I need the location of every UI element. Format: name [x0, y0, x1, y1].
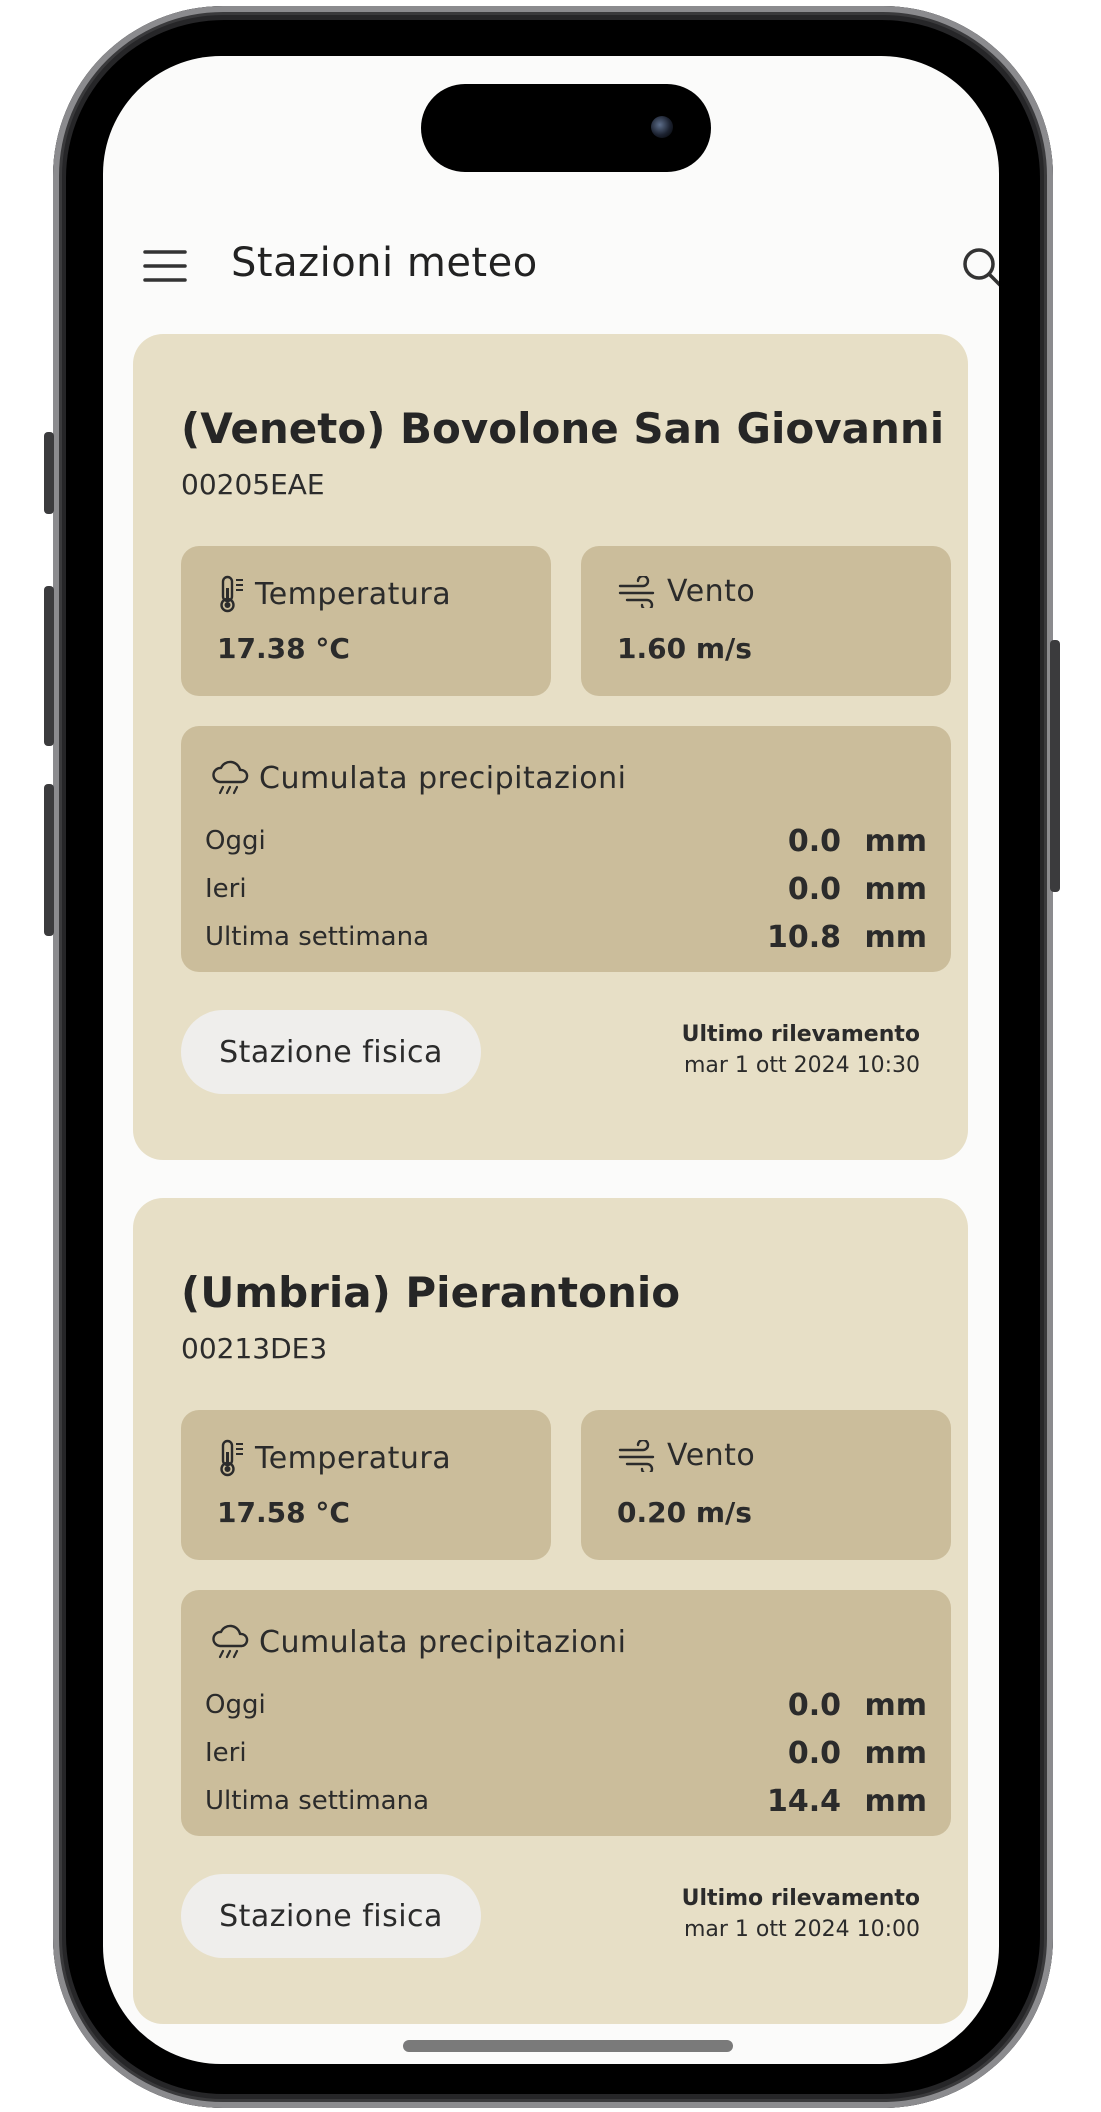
row-unit: mm: [864, 1688, 927, 1723]
precipitation-row-yesterday: Ieri 0.0 mm: [205, 1734, 927, 1774]
temperature-tile: Temperatura 17.38 °C: [181, 546, 551, 696]
row-value: 14.4: [766, 1784, 841, 1819]
precipitation-tile: Cumulata precipitazioni Oggi 0.0 mm Ieri…: [181, 1590, 951, 1836]
station-title: (Umbria) Pierantonio: [181, 1268, 681, 1317]
row-label: Oggi: [205, 826, 266, 856]
wind-tile: Vento 0.20 m/s: [581, 1410, 951, 1560]
station-type-button[interactable]: Stazione fisica: [181, 1010, 481, 1094]
station-title: (Veneto) Bovolone San Giovanni: [181, 404, 945, 453]
station-card[interactable]: (Umbria) Pierantonio 00213DE3 Temperatur…: [133, 1198, 968, 2024]
row-label: Ieri: [205, 874, 247, 904]
temperature-tile: Temperatura 17.58 °C: [181, 1410, 551, 1560]
last-reading-label: Ultimo rilevamento: [681, 1022, 920, 1047]
last-reading: Ultimo rilevamento mar 1 ott 2024 10:00: [682, 1886, 920, 1942]
dynamic-island: [421, 84, 711, 172]
wind-label: Vento: [667, 574, 756, 609]
last-reading-label: Ultimo rilevamento: [681, 1886, 920, 1911]
wind-tile: Vento 1.60 m/s: [581, 546, 951, 696]
page-title: Stazioni meteo: [231, 240, 538, 286]
wind-value: 1.60 m/s: [617, 632, 752, 665]
temperature-label: Temperatura: [255, 576, 452, 612]
temperature-label: Temperatura: [255, 1440, 452, 1476]
search-icon[interactable]: [959, 244, 999, 292]
row-value: 10.8: [766, 920, 841, 955]
row-label: Ieri: [205, 1738, 247, 1768]
row-unit: mm: [864, 920, 927, 955]
precipitation-row-last-week: Ultima settimana 14.4 mm: [205, 1782, 927, 1822]
precipitation-row-today: Oggi 0.0 mm: [205, 822, 927, 862]
station-code: 00213DE3: [181, 1332, 328, 1365]
rain-cloud-icon: [212, 1624, 249, 1659]
precipitation-row-yesterday: Ieri 0.0 mm: [205, 870, 927, 910]
wind-value: 0.20 m/s: [617, 1496, 752, 1529]
precipitation-label: Cumulata precipitazioni: [259, 1624, 627, 1660]
temperature-value: 17.58 °C: [217, 1496, 350, 1529]
home-indicator[interactable]: [403, 2040, 733, 2052]
row-label: Ultima settimana: [205, 922, 430, 952]
hamburger-menu-icon[interactable]: [141, 246, 189, 286]
volume-up-button: [44, 586, 54, 746]
volume-down-button: [44, 784, 54, 936]
precipitation-row-last-week: Ultima settimana 10.8 mm: [205, 918, 927, 958]
thermometer-icon: [220, 575, 243, 613]
row-unit: mm: [864, 1784, 927, 1819]
row-value: 0.0: [787, 1736, 841, 1771]
silent-switch: [44, 432, 54, 514]
precipitation-label: Cumulata precipitazioni: [259, 760, 627, 796]
row-value: 0.0: [787, 872, 841, 907]
temperature-value: 17.38 °C: [217, 632, 350, 665]
row-unit: mm: [864, 824, 927, 859]
front-camera: [651, 116, 673, 138]
wind-icon: [618, 1439, 655, 1472]
row-value: 0.0: [787, 1688, 841, 1723]
app-header: Stazioni meteo: [103, 226, 999, 306]
precipitation-tile: Cumulata precipitazioni Oggi 0.0 mm Ieri…: [181, 726, 951, 972]
last-reading-time: mar 1 ott 2024 10:30: [683, 1053, 920, 1078]
row-value: 0.0: [787, 824, 841, 859]
wind-label: Vento: [667, 1438, 756, 1473]
last-reading-time: mar 1 ott 2024 10:00: [683, 1917, 920, 1942]
row-label: Oggi: [205, 1690, 266, 1720]
station-card[interactable]: (Veneto) Bovolone San Giovanni 00205EAE …: [133, 334, 968, 1160]
precipitation-row-today: Oggi 0.0 mm: [205, 1686, 927, 1726]
station-code: 00205EAE: [181, 468, 325, 501]
row-label: Ultima settimana: [205, 1786, 430, 1816]
row-unit: mm: [864, 1736, 927, 1771]
last-reading: Ultimo rilevamento mar 1 ott 2024 10:30: [682, 1022, 920, 1078]
power-button: [1050, 640, 1060, 892]
station-type-button[interactable]: Stazione fisica: [181, 1874, 481, 1958]
wind-icon: [618, 575, 655, 608]
phone-screen: Stazioni meteo (Veneto) Bovolone San Gio…: [103, 56, 999, 2064]
rain-cloud-icon: [212, 760, 249, 795]
thermometer-icon: [220, 1439, 243, 1477]
row-unit: mm: [864, 872, 927, 907]
